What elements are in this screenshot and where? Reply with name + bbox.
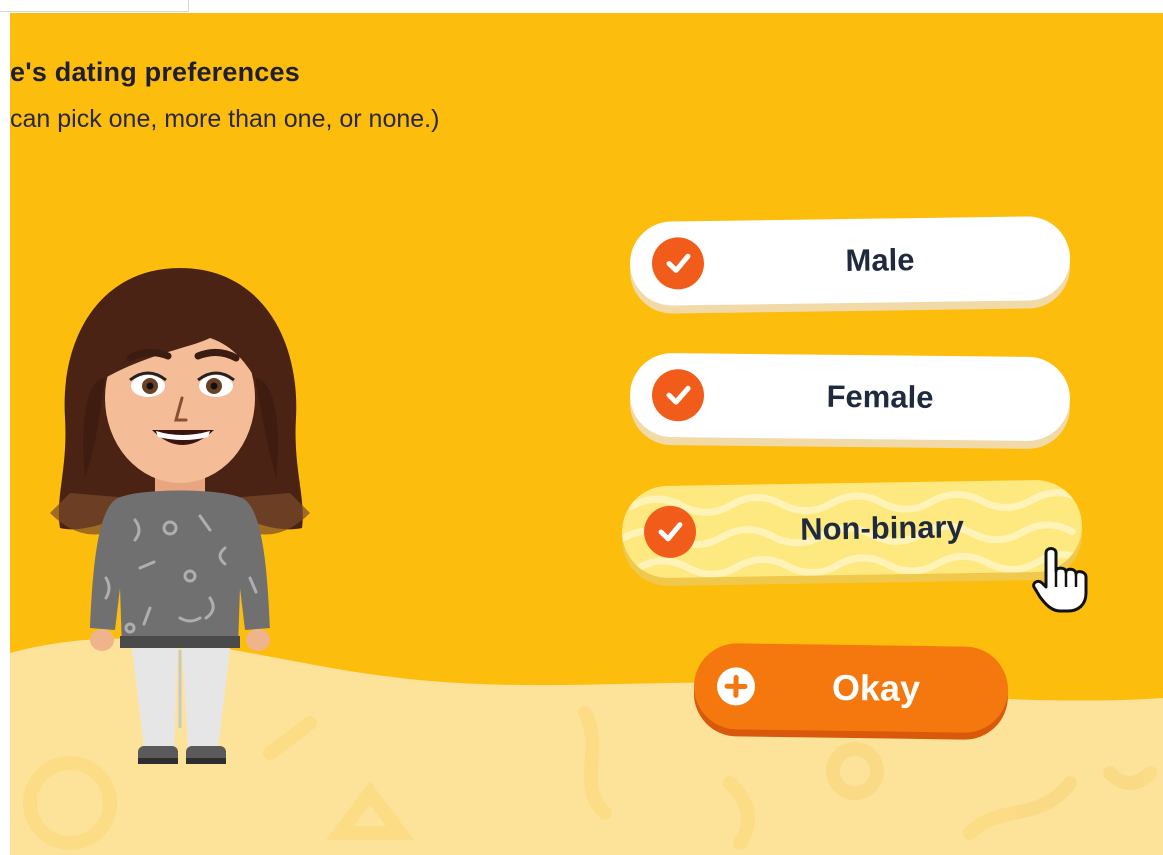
okay-button-label: Okay bbox=[831, 666, 921, 709]
option-female-label: Female bbox=[826, 378, 934, 415]
game-scene: e's dating preferences can pick one, mor… bbox=[10, 13, 1163, 855]
option-female[interactable]: Female bbox=[629, 352, 1071, 442]
option-male-label: Male bbox=[845, 242, 915, 279]
page-subtitle: can pick one, more than one, or none.) bbox=[10, 105, 440, 133]
option-non-binary-label: Non-binary bbox=[799, 509, 965, 547]
okay-button[interactable]: Okay bbox=[693, 642, 1009, 734]
plus-icon bbox=[717, 667, 756, 706]
page-title: e's dating preferences bbox=[10, 57, 300, 87]
bitmoji-avatar bbox=[50, 268, 310, 764]
browser-tab-strip bbox=[0, 0, 189, 12]
checkmark-icon bbox=[651, 237, 705, 290]
option-male[interactable]: Male bbox=[629, 215, 1071, 307]
option-non-binary[interactable]: Non-binary bbox=[621, 479, 1083, 579]
checkmark-icon bbox=[651, 368, 705, 422]
hand-cursor-icon bbox=[1032, 547, 1088, 613]
